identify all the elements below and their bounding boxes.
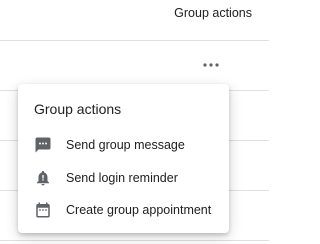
more-actions-button[interactable] bbox=[199, 56, 223, 74]
menu-item-label: Send login reminder bbox=[66, 171, 178, 185]
table-header-row: Group actions bbox=[0, 0, 269, 41]
menu-item-send-group-message[interactable]: Send group message bbox=[18, 130, 229, 160]
calendar-icon bbox=[34, 201, 52, 219]
menu-item-send-login-reminder[interactable]: Send login reminder bbox=[18, 163, 229, 193]
bell-alert-icon bbox=[34, 169, 52, 187]
menu-title: Group actions bbox=[34, 101, 122, 117]
menu-item-label: Create group appointment bbox=[66, 203, 212, 217]
menu-item-create-group-appointment[interactable]: Create group appointment bbox=[18, 195, 229, 225]
message-icon bbox=[34, 136, 52, 154]
group-actions-column-header: Group actions bbox=[174, 6, 252, 20]
group-actions-menu: Group actions Send group message Send lo… bbox=[18, 84, 229, 233]
more-horizontal-icon bbox=[203, 63, 219, 67]
menu-item-label: Send group message bbox=[66, 138, 185, 152]
